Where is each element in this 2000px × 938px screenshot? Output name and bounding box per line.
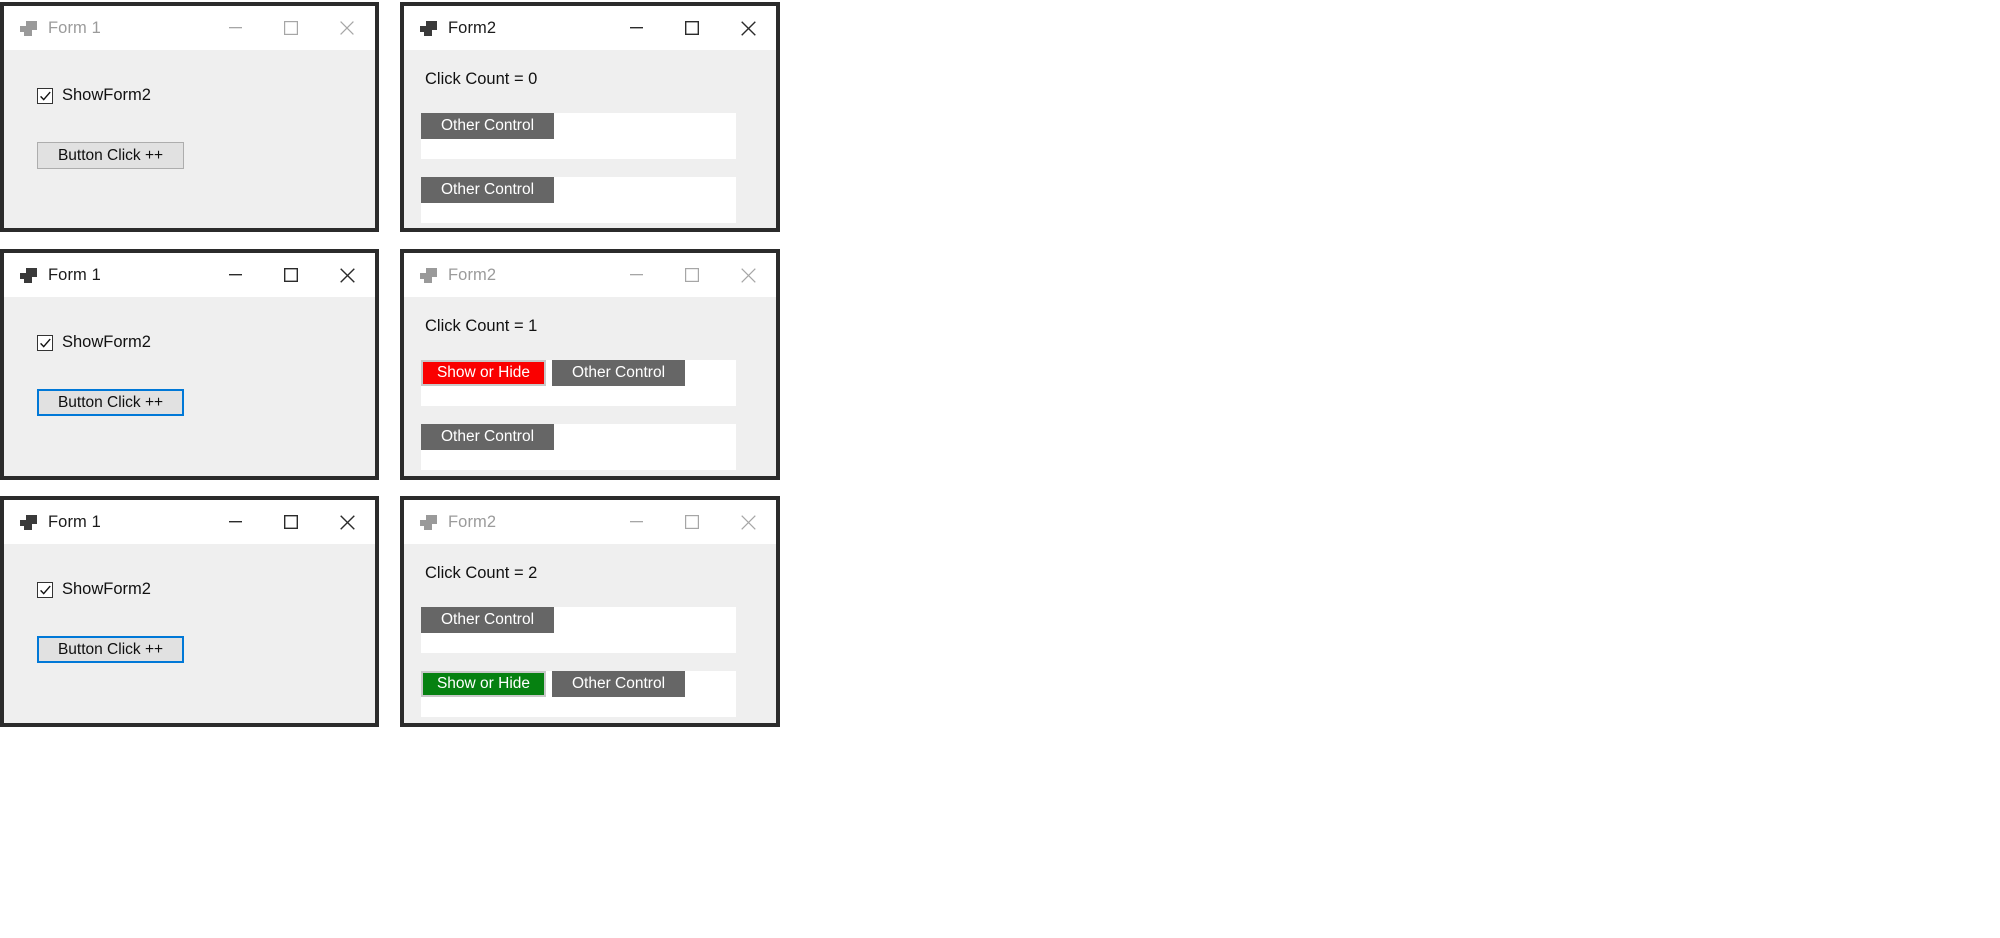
window-form1-row2[interactable]: Form 1 ShowForm2 Button Click ++ bbox=[0, 249, 379, 480]
maximize-icon[interactable] bbox=[263, 6, 319, 50]
close-icon[interactable] bbox=[319, 500, 375, 544]
checkbox-label: ShowForm2 bbox=[62, 333, 151, 351]
minimize-icon[interactable] bbox=[608, 500, 664, 544]
control-panel-1: Other Control bbox=[421, 113, 736, 159]
click-count-label: Click Count = 0 bbox=[425, 70, 538, 88]
window-title: Form2 bbox=[448, 18, 497, 37]
caption-buttons bbox=[608, 253, 776, 297]
window-title: Form 1 bbox=[48, 265, 101, 284]
panel-1-controls: Other Control bbox=[421, 607, 554, 633]
caption-buttons bbox=[207, 6, 375, 50]
panel-2-controls: Other Control bbox=[421, 424, 554, 450]
titlebar-form1-row1[interactable]: Form 1 bbox=[4, 6, 375, 50]
close-icon[interactable] bbox=[720, 6, 776, 50]
other-control-button[interactable]: Other Control bbox=[421, 607, 554, 633]
other-control-button[interactable]: Other Control bbox=[552, 671, 685, 697]
minimize-icon[interactable] bbox=[207, 500, 263, 544]
minimize-icon[interactable] bbox=[608, 6, 664, 50]
window-form2-row2[interactable]: Form2 Click Count = 1 Show or Hide Other… bbox=[400, 249, 780, 480]
window-form1-row3[interactable]: Form 1 ShowForm2 Button Click ++ bbox=[0, 496, 379, 727]
control-panel-2: Other Control bbox=[421, 177, 736, 223]
button-click-increment[interactable]: Button Click ++ bbox=[37, 142, 184, 169]
checkbox-label: ShowForm2 bbox=[62, 580, 151, 598]
winforms-app-icon bbox=[420, 514, 437, 530]
button-click-increment[interactable]: Button Click ++ bbox=[37, 389, 184, 416]
caption-buttons bbox=[608, 6, 776, 50]
other-control-button[interactable]: Other Control bbox=[421, 177, 554, 203]
titlebar-form1-row2[interactable]: Form 1 bbox=[4, 253, 375, 297]
window-title: Form2 bbox=[448, 512, 497, 531]
close-icon[interactable] bbox=[319, 6, 375, 50]
window-form2-row1[interactable]: Form2 Click Count = 0 Other Control Othe… bbox=[400, 2, 780, 232]
checkbox-showform2[interactable]: ShowForm2 bbox=[37, 86, 151, 105]
caption-buttons bbox=[207, 500, 375, 544]
titlebar-form2-row2[interactable]: Form2 bbox=[404, 253, 776, 297]
control-panel-1: Show or Hide Other Control bbox=[421, 360, 736, 406]
button-click-increment[interactable]: Button Click ++ bbox=[37, 636, 184, 663]
show-or-hide-button[interactable]: Show or Hide bbox=[421, 360, 546, 386]
caption-buttons bbox=[207, 253, 375, 297]
click-count-label: Click Count = 1 bbox=[425, 317, 538, 335]
show-or-hide-button[interactable]: Show or Hide bbox=[421, 671, 546, 697]
close-icon[interactable] bbox=[720, 500, 776, 544]
panel-2-controls: Other Control bbox=[421, 177, 554, 203]
close-icon[interactable] bbox=[319, 253, 375, 297]
winforms-app-icon bbox=[420, 20, 437, 36]
checkbox-box[interactable] bbox=[37, 87, 53, 104]
client-area-form1-row1: ShowForm2 Button Click ++ bbox=[4, 50, 375, 228]
client-area-form2-row2: Click Count = 1 Show or Hide Other Contr… bbox=[404, 297, 776, 476]
close-icon[interactable] bbox=[720, 253, 776, 297]
maximize-icon[interactable] bbox=[664, 6, 720, 50]
window-title: Form 1 bbox=[48, 18, 101, 37]
window-form1-row1[interactable]: Form 1 ShowForm2 Button Click ++ bbox=[0, 2, 379, 232]
minimize-icon[interactable] bbox=[207, 6, 263, 50]
checkbox-box[interactable] bbox=[37, 334, 53, 351]
screenshot-canvas: Form 1 ShowForm2 Button Click ++ Form2 C… bbox=[0, 0, 2000, 938]
click-count-label: Click Count = 2 bbox=[425, 564, 538, 582]
control-panel-2: Other Control bbox=[421, 424, 736, 470]
maximize-icon[interactable] bbox=[664, 253, 720, 297]
other-control-button[interactable]: Other Control bbox=[421, 113, 554, 139]
client-area-form2-row3: Click Count = 2 Other Control Show or Hi… bbox=[404, 544, 776, 723]
minimize-icon[interactable] bbox=[608, 253, 664, 297]
client-area-form1-row3: ShowForm2 Button Click ++ bbox=[4, 544, 375, 723]
panel-1-controls: Other Control bbox=[421, 113, 554, 139]
panel-1-controls: Show or Hide Other Control bbox=[421, 360, 685, 386]
checkbox-box[interactable] bbox=[37, 581, 53, 598]
checkbox-showform2[interactable]: ShowForm2 bbox=[37, 333, 151, 352]
winforms-app-icon bbox=[20, 20, 37, 36]
control-panel-1: Other Control bbox=[421, 607, 736, 653]
caption-buttons bbox=[608, 500, 776, 544]
checkbox-showform2[interactable]: ShowForm2 bbox=[37, 580, 151, 599]
other-control-button[interactable]: Other Control bbox=[421, 424, 554, 450]
titlebar-form2-row1[interactable]: Form2 bbox=[404, 6, 776, 50]
other-control-button[interactable]: Other Control bbox=[552, 360, 685, 386]
checkbox-label: ShowForm2 bbox=[62, 86, 151, 104]
maximize-icon[interactable] bbox=[263, 500, 319, 544]
maximize-icon[interactable] bbox=[263, 253, 319, 297]
client-area-form1-row2: ShowForm2 Button Click ++ bbox=[4, 297, 375, 476]
winforms-app-icon bbox=[20, 514, 37, 530]
window-form2-row3[interactable]: Form2 Click Count = 2 Other Control Show… bbox=[400, 496, 780, 727]
maximize-icon[interactable] bbox=[664, 500, 720, 544]
window-title: Form2 bbox=[448, 265, 497, 284]
winforms-app-icon bbox=[420, 267, 437, 283]
panel-2-controls: Show or Hide Other Control bbox=[421, 671, 685, 697]
minimize-icon[interactable] bbox=[207, 253, 263, 297]
winforms-app-icon bbox=[20, 267, 37, 283]
titlebar-form2-row3[interactable]: Form2 bbox=[404, 500, 776, 544]
control-panel-2: Show or Hide Other Control bbox=[421, 671, 736, 717]
titlebar-form1-row3[interactable]: Form 1 bbox=[4, 500, 375, 544]
client-area-form2-row1: Click Count = 0 Other Control Other Cont… bbox=[404, 50, 776, 228]
window-title: Form 1 bbox=[48, 512, 101, 531]
